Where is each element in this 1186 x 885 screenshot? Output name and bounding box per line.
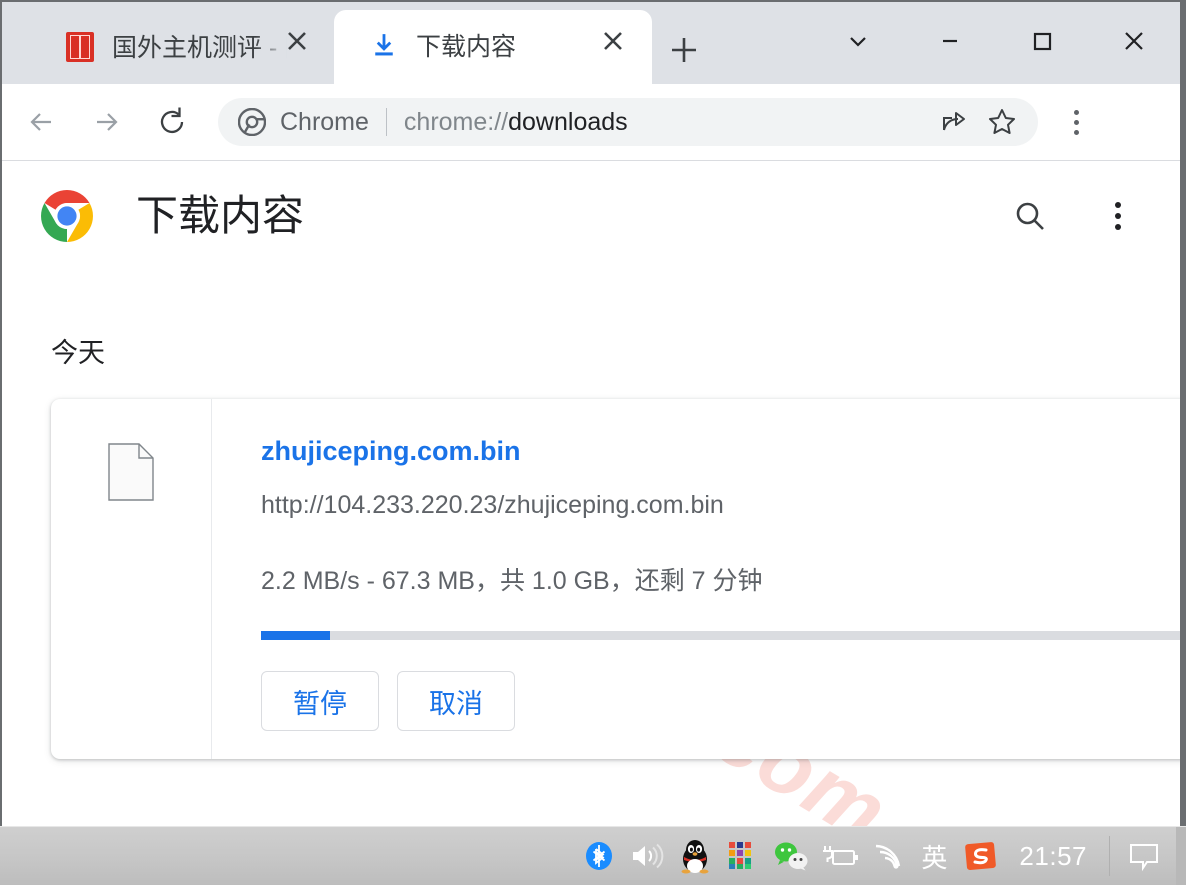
omnibox-chrome-label: Chrome bbox=[280, 108, 369, 137]
minimize-button[interactable] bbox=[904, 15, 996, 67]
search-icon[interactable] bbox=[1004, 190, 1056, 242]
show-desktop-button[interactable] bbox=[1176, 827, 1186, 885]
download-action-buttons: 暂停 取消 bbox=[261, 671, 515, 731]
qq-penguin-icon[interactable] bbox=[671, 827, 719, 885]
volume-icon[interactable] bbox=[623, 827, 671, 885]
tab-title: 下载内容 bbox=[416, 32, 516, 62]
download-source-url: http://104.233.220.23/zhujiceping.com.bi… bbox=[261, 491, 724, 520]
close-window-button[interactable] bbox=[1088, 15, 1180, 67]
download-status-text: 2.2 MB/s - 67.3 MB，共 1.0 GB，还剩 7 分钟 bbox=[261, 561, 763, 597]
tab-close-button[interactable] bbox=[596, 24, 630, 58]
omnibox-separator bbox=[386, 108, 387, 136]
forward-button[interactable] bbox=[82, 98, 130, 146]
battery-charging-icon[interactable] bbox=[815, 827, 863, 885]
bookmark-star-icon[interactable] bbox=[982, 102, 1022, 142]
downloads-more-menu-icon[interactable] bbox=[1092, 190, 1144, 242]
bluetooth-icon[interactable] bbox=[575, 827, 623, 885]
chrome-logo-icon bbox=[238, 108, 266, 136]
download-arrow-icon bbox=[370, 32, 398, 60]
chrome-logo-icon bbox=[40, 189, 94, 243]
screen: 国外主机测评 - 国 下载内容 bbox=[0, 0, 1186, 885]
system-tray: 英 21:57 bbox=[575, 827, 1186, 885]
color-grid-icon[interactable] bbox=[719, 827, 767, 885]
share-icon[interactable] bbox=[934, 102, 974, 142]
window-controls bbox=[812, 2, 1180, 97]
page-title: 下载内容 bbox=[136, 195, 304, 237]
tab-close-button[interactable] bbox=[280, 24, 314, 58]
back-button[interactable] bbox=[18, 98, 66, 146]
download-details: zhujiceping.com.bin http://104.233.220.2… bbox=[212, 399, 1180, 759]
downloads-page-header: 下载内容 bbox=[2, 161, 1180, 271]
tray-divider bbox=[1109, 836, 1110, 876]
tab-title: 国外主机测评 - 国 bbox=[112, 33, 287, 63]
windows-taskbar: 英 21:57 bbox=[0, 826, 1186, 885]
download-progress-fill bbox=[261, 631, 330, 640]
cancel-button[interactable]: 取消 bbox=[397, 671, 515, 731]
browser-toolbar: Chrome chrome://downloads bbox=[2, 84, 1180, 161]
download-item-card: zhujiceping.com.bin http://104.233.220.2… bbox=[51, 399, 1180, 759]
url-scheme: chrome:// bbox=[404, 108, 508, 136]
new-tab-button[interactable] bbox=[664, 30, 704, 70]
address-bar[interactable]: Chrome chrome://downloads bbox=[218, 98, 1038, 146]
url-host: downloads bbox=[508, 108, 628, 136]
speech-bubble-icon[interactable] bbox=[1112, 827, 1176, 885]
sogou-input-icon[interactable] bbox=[957, 827, 1005, 885]
reload-button[interactable] bbox=[148, 98, 196, 146]
red-seal-icon bbox=[66, 32, 96, 62]
wifi-icon[interactable] bbox=[863, 827, 911, 885]
download-icon-column bbox=[51, 399, 212, 759]
taskbar-clock[interactable]: 21:57 bbox=[1005, 841, 1107, 872]
browser-window: 国外主机测评 - 国 下载内容 bbox=[0, 0, 1186, 826]
pause-button[interactable]: 暂停 bbox=[261, 671, 379, 731]
download-file-name-link[interactable]: zhujiceping.com.bin bbox=[261, 436, 521, 467]
browser-menu-button[interactable] bbox=[1052, 98, 1100, 146]
maximize-button[interactable] bbox=[996, 15, 1088, 67]
generic-file-icon bbox=[108, 443, 154, 501]
tab-search-button[interactable] bbox=[812, 15, 904, 67]
ime-indicator[interactable]: 英 bbox=[911, 838, 957, 875]
wechat-icon[interactable] bbox=[767, 827, 815, 885]
omnibox-url[interactable]: chrome://downloads bbox=[404, 108, 926, 137]
downloads-date-group-label: 今天 bbox=[51, 331, 105, 370]
downloads-page: zhujiceping.com 下载内容 bbox=[2, 161, 1180, 826]
tab-strip: 国外主机测评 - 国 下载内容 bbox=[2, 2, 1180, 84]
download-progress-bar bbox=[261, 631, 1180, 640]
